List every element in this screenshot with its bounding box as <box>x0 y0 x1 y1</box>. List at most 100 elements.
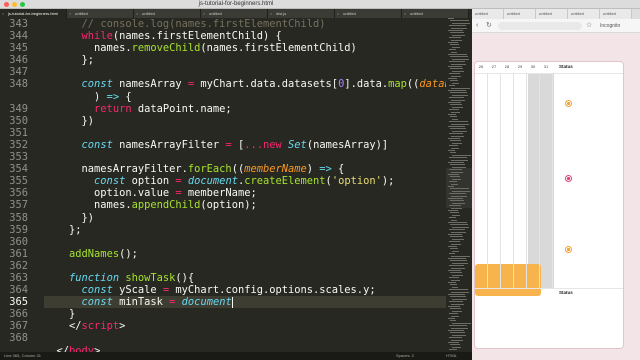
editor-tab[interactable]: × untitled <box>67 9 134 18</box>
code-line[interactable]: const namesArrayFilter = [...new Set(nam… <box>44 139 446 151</box>
close-tab-icon[interactable]: × <box>270 9 272 18</box>
browser-tab[interactable]: untitled <box>536 9 568 19</box>
minimap-line <box>448 66 462 67</box>
minimap-line <box>450 296 466 298</box>
minimap-line <box>450 188 469 190</box>
code-line[interactable]: names.appendChild(option); <box>44 199 446 211</box>
code-token: Set <box>288 138 307 151</box>
minimap-line <box>452 130 467 132</box>
code-editor[interactable]: 343 344 345 346 347 348 349 350 351 352 353 354 355 3… <box>0 18 472 352</box>
status-indicator[interactable] <box>565 100 572 107</box>
minimap-line <box>450 272 462 274</box>
code-token: dataPoint.name; <box>131 102 232 115</box>
star-icon[interactable]: ☆ <box>586 22 592 30</box>
close-tab-icon[interactable]: × <box>2 9 4 18</box>
code-line[interactable] <box>44 127 446 139</box>
browser-tab[interactable]: untitled <box>472 9 504 19</box>
incognito-badge[interactable]: Incognito <box>600 22 620 30</box>
code-line[interactable]: while(names.firstElementChild) { <box>44 30 446 42</box>
back-icon[interactable]: ‹ <box>476 22 478 30</box>
code-line[interactable]: function showTask(){ <box>44 272 446 284</box>
line-number-gutter: 343 344 345 346 347 348 349 350 351 352 353 354 355 3… <box>0 18 44 352</box>
code-token: }) <box>44 114 95 127</box>
minimap-line <box>449 229 465 231</box>
line-number: 344 <box>9 30 28 43</box>
editor-tab[interactable]: × untitled <box>201 9 268 18</box>
minimap-line <box>452 178 461 180</box>
minimap-line <box>452 202 465 204</box>
code-line[interactable] <box>44 151 446 163</box>
code-line[interactable] <box>44 332 446 344</box>
code-line[interactable]: } <box>44 308 446 320</box>
web-page: 26 27 28 29 30 31 Status Status <box>472 34 640 360</box>
code-token: const <box>81 284 113 297</box>
code-line[interactable]: return dataPoint.name; <box>44 103 446 115</box>
line-number: 353 <box>9 151 28 164</box>
code-token: new <box>263 138 282 151</box>
close-tab-icon[interactable]: × <box>337 9 339 18</box>
browser-tab[interactable]: untitled <box>568 9 600 19</box>
minimap-line <box>448 198 463 199</box>
minimap[interactable] <box>446 18 472 352</box>
code-token: memberName <box>244 163 307 176</box>
code-token: document <box>187 175 238 188</box>
minimap-line <box>449 73 460 75</box>
code-token: ) <box>306 163 320 176</box>
editor-tab[interactable]: × dist.js <box>268 9 335 18</box>
address-bar[interactable] <box>498 22 582 30</box>
code-token: option <box>125 175 176 188</box>
code-line[interactable]: names.removeChild(names.firstElementChil… <box>44 42 446 54</box>
browser-tab[interactable]: untitled <box>600 9 632 19</box>
code-line[interactable] <box>44 236 446 248</box>
code-line[interactable]: </script> <box>44 320 446 332</box>
line-number: 348 <box>9 78 28 91</box>
minimap-line <box>449 325 467 327</box>
editor-tab[interactable]: × untitled <box>402 9 469 18</box>
code-line[interactable]: const option = document.createElement('o… <box>44 175 446 187</box>
editor-tab[interactable]: × untitled <box>134 9 201 18</box>
close-tab-icon[interactable]: × <box>69 9 71 18</box>
minimap-line <box>450 236 463 238</box>
minimap-line <box>450 128 466 130</box>
minimap-line <box>452 154 471 156</box>
editor-tab-label: untitled <box>209 11 222 16</box>
line-number: 346 <box>9 54 28 67</box>
code-line[interactable]: }) <box>44 115 446 127</box>
day-label: 28 <box>504 64 510 69</box>
code-line[interactable]: // console.log(names.firstElementChild) <box>44 18 446 30</box>
code-line[interactable]: addNames(); <box>44 248 446 260</box>
minimap-line <box>451 147 459 149</box>
line-number: 364 <box>9 284 28 297</box>
status-indicator[interactable] <box>565 246 572 253</box>
close-tab-icon[interactable]: × <box>203 9 205 18</box>
minimap-line <box>451 111 460 113</box>
minimap-line <box>451 279 460 281</box>
code-line[interactable]: const yScale = myChart.config.options.sc… <box>44 284 446 296</box>
code-line[interactable]: option.value = memberName; <box>44 187 446 199</box>
minimap-line <box>452 94 468 96</box>
reload-icon[interactable]: ↻ <box>486 22 492 30</box>
code-line[interactable]: }) <box>44 212 446 224</box>
close-tab-icon[interactable]: × <box>136 9 138 18</box>
code-line[interactable]: }; <box>44 54 446 66</box>
browser-tab[interactable]: untitled <box>504 9 536 19</box>
code-line[interactable]: namesArrayFilter.forEach((memberName) =>… <box>44 163 446 175</box>
code-line[interactable] <box>44 66 446 78</box>
close-tab-icon[interactable]: × <box>404 9 406 18</box>
editor-tab[interactable]: × js-tutorial-for-beginners.html <box>0 9 67 18</box>
code-line[interactable]: </body> <box>44 345 446 352</box>
status-indicator[interactable] <box>565 175 572 182</box>
editor-tab[interactable]: × untitled <box>335 9 402 18</box>
code-line[interactable]: }; <box>44 224 446 236</box>
syntax-selector[interactable]: HTML <box>446 352 457 360</box>
code-line[interactable]: const namesArray = myChart.data.datasets… <box>44 78 446 90</box>
minimap-line <box>448 126 465 127</box>
code-area[interactable]: // console.log(names.firstElementChild) … <box>44 18 446 352</box>
line-number: 355 <box>9 175 28 188</box>
code-line[interactable]: const minTask = document <box>44 296 446 309</box>
indentation-setting[interactable]: Spaces: 2 <box>396 352 414 360</box>
minimap-line <box>450 44 459 46</box>
minimap-line <box>452 334 466 336</box>
code-line[interactable] <box>44 260 446 272</box>
code-line[interactable]: ) => { <box>44 91 446 103</box>
